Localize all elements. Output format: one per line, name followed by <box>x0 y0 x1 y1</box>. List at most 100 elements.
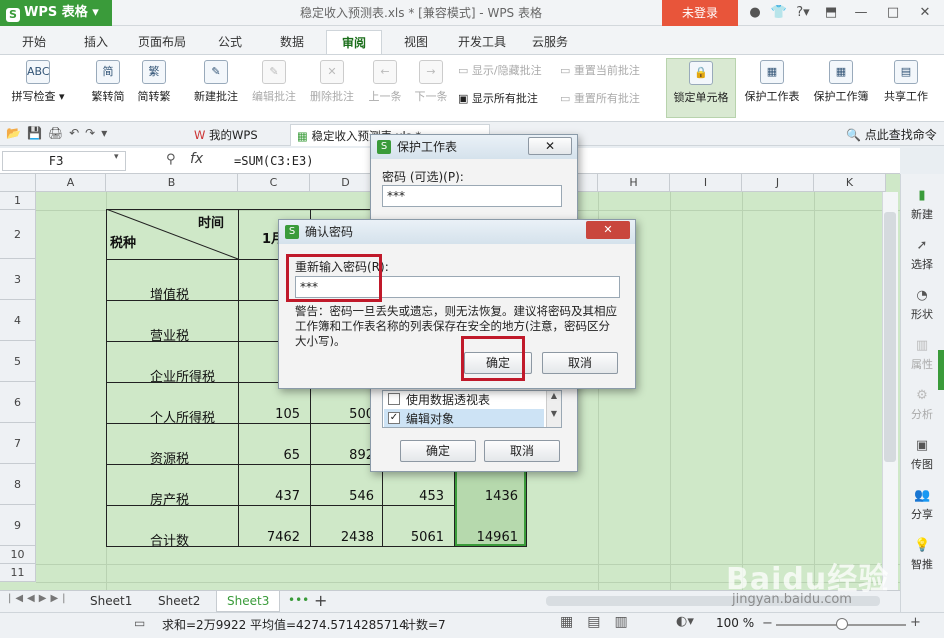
cell-value[interactable]: 453 <box>384 489 444 504</box>
quick-access-icons[interactable]: 📂💾🖨↶↷▾ <box>6 126 113 140</box>
column-header[interactable]: C <box>238 174 310 192</box>
row-header[interactable]: 7 <box>0 423 36 464</box>
formula-input[interactable]: =SUM(C3:E3) <box>234 151 313 171</box>
zoom-out-icon[interactable]: − <box>762 616 773 631</box>
panel-upload-image[interactable]: ▣ 传图 <box>900 438 944 472</box>
simp-to-trad-button[interactable]: 繁简转繁 <box>134 58 174 118</box>
protect-workbook-button[interactable]: ▦ 保护工作簿 <box>808 58 874 118</box>
tax-name[interactable]: 企业所得税 <box>150 366 215 385</box>
help-icon[interactable]: ?▾ <box>794 4 812 22</box>
row-header[interactable]: 6 <box>0 382 36 423</box>
panel-new[interactable]: ▮ 新建 <box>900 188 944 222</box>
vertical-scroll-thumb[interactable] <box>884 212 896 462</box>
zoom-formula-icon[interactable]: ⚲ <box>166 152 176 167</box>
more-sheets-icon[interactable]: ••• <box>288 593 309 607</box>
column-header[interactable]: J <box>742 174 814 192</box>
tab-insert[interactable]: 插入 <box>80 30 112 54</box>
tax-name[interactable]: 个人所得税 <box>150 407 215 426</box>
minimize-icon[interactable]: — <box>852 4 870 22</box>
delete-comment-button[interactable]: ✕ 删除批注 <box>306 58 358 118</box>
tab-data[interactable]: 数据 <box>276 30 308 54</box>
row-header[interactable]: 11 <box>0 564 36 582</box>
cell-value[interactable]: 437 <box>240 489 300 504</box>
row-header[interactable]: 3 <box>0 259 36 300</box>
panel-share[interactable]: 👥 分享 <box>900 488 944 522</box>
cell-value[interactable]: 105 <box>240 407 300 422</box>
tab-review[interactable]: 审阅 <box>326 30 382 54</box>
row-header[interactable]: 2 <box>0 210 36 259</box>
sheet-tab[interactable]: Sheet2 <box>148 591 210 612</box>
reset-all-comments-button[interactable]: ▭ 重置所有批注 <box>560 90 640 108</box>
tab-view[interactable]: 视图 <box>400 30 432 54</box>
confirm-dialog-close-icon[interactable]: ✕ <box>586 221 630 239</box>
protect-dialog-close-icon[interactable]: ✕ <box>528 137 572 155</box>
shirt-icon[interactable]: 👕 <box>770 4 788 22</box>
cell-value[interactable]: 892 <box>312 448 374 463</box>
select-all-corner[interactable] <box>0 174 36 192</box>
tax-name[interactable]: 资源税 <box>150 448 189 467</box>
panel-analysis[interactable]: ⚙ 分析 <box>900 388 944 422</box>
reset-current-comment-button[interactable]: ▭ 重置当前批注 <box>560 62 640 80</box>
pivot-checkbox[interactable] <box>388 393 400 405</box>
column-header[interactable]: I <box>670 174 742 192</box>
restore-ribbon-icon[interactable]: ⬒ <box>822 4 840 22</box>
trad-to-simp-button[interactable]: 简繁转简 <box>88 58 128 118</box>
show-all-comments-button[interactable]: ▣ 显示所有批注 <box>458 90 538 108</box>
column-header[interactable]: A <box>36 174 106 192</box>
close-icon[interactable]: ✕ <box>916 4 934 22</box>
skin-icon[interactable]: ● <box>746 4 764 22</box>
cell-value[interactable]: 7462 <box>240 530 300 545</box>
tab-home[interactable]: 开始 <box>18 30 50 54</box>
zoom-level[interactable]: 100 % <box>716 616 754 630</box>
eye-protect-icon[interactable]: ◐▾ <box>676 614 694 629</box>
row-header[interactable]: 5 <box>0 341 36 382</box>
cell-value[interactable]: 14961 <box>456 530 518 545</box>
cell-value[interactable]: 2438 <box>312 530 374 545</box>
share-workbook-button[interactable]: ▤ 共享工作 <box>878 58 934 118</box>
row-header[interactable]: 9 <box>0 505 36 546</box>
name-box[interactable]: F3 <box>2 151 126 171</box>
protect-cancel-button[interactable]: 取消 <box>484 440 560 462</box>
app-logo[interactable]: S WPS 表格 ▾ <box>0 0 112 26</box>
edit-comment-button[interactable]: ✎ 编辑批注 <box>248 58 300 118</box>
show-hide-comment-button[interactable]: ▭ 显示/隐藏批注 <box>458 62 542 80</box>
tax-name[interactable]: 合计数 <box>150 530 189 549</box>
column-header[interactable]: K <box>814 174 886 192</box>
protect-password-input[interactable]: *** <box>382 185 562 207</box>
edit-objects-checkbox[interactable]: ✓ <box>388 412 400 424</box>
doc-tab-home[interactable]: W 我的WPS <box>188 124 264 146</box>
cell-value[interactable]: 65 <box>240 448 300 463</box>
cell-value[interactable]: 500 <box>312 407 374 422</box>
add-sheet-icon[interactable]: + <box>314 591 327 610</box>
namebox-dropdown-icon[interactable]: ▾ <box>114 152 119 162</box>
sheet-tab-active[interactable]: Sheet3 <box>216 591 281 612</box>
column-header[interactable]: B <box>106 174 238 192</box>
sheet-nav-arrows[interactable]: |◀◀▶▶| <box>8 593 70 604</box>
tab-page-layout[interactable]: 页面布局 <box>134 30 190 54</box>
column-header[interactable]: H <box>598 174 670 192</box>
tab-formula[interactable]: 公式 <box>214 30 246 54</box>
tab-developer[interactable]: 开发工具 <box>454 30 510 54</box>
row-header[interactable]: 8 <box>0 464 36 505</box>
panel-shape[interactable]: ◔ 形状 <box>900 288 944 322</box>
zoom-in-icon[interactable]: + <box>910 615 921 630</box>
cell-value[interactable]: 1436 <box>456 489 518 504</box>
protect-sheet-button[interactable]: ▦ 保护工作表 <box>740 58 804 118</box>
tax-name[interactable]: 营业税 <box>150 325 189 344</box>
cell-value[interactable]: 5061 <box>384 530 444 545</box>
options-scrollbar[interactable]: ▲ ▼ <box>546 391 561 427</box>
cell-value[interactable]: 546 <box>312 489 374 504</box>
login-button[interactable]: 未登录 <box>662 0 738 26</box>
row-header[interactable]: 4 <box>0 300 36 341</box>
protect-ok-button[interactable]: 确定 <box>400 440 476 462</box>
lock-cell-button[interactable]: 🔒 锁定单元格 <box>666 58 736 118</box>
zoom-slider-thumb[interactable] <box>836 618 848 630</box>
row-header[interactable]: 1 <box>0 192 36 210</box>
maximize-icon[interactable]: □ <box>884 4 902 22</box>
fx-icon[interactable]: fx <box>190 151 203 167</box>
sheet-tab[interactable]: Sheet1 <box>80 591 142 612</box>
tax-name[interactable]: 增值税 <box>150 284 189 303</box>
panel-select[interactable]: ➚ 选择 <box>900 238 944 272</box>
panel-smart-push[interactable]: 💡 智推 <box>900 538 944 572</box>
command-search[interactable]: 🔍 点此查找命令 <box>846 126 937 143</box>
